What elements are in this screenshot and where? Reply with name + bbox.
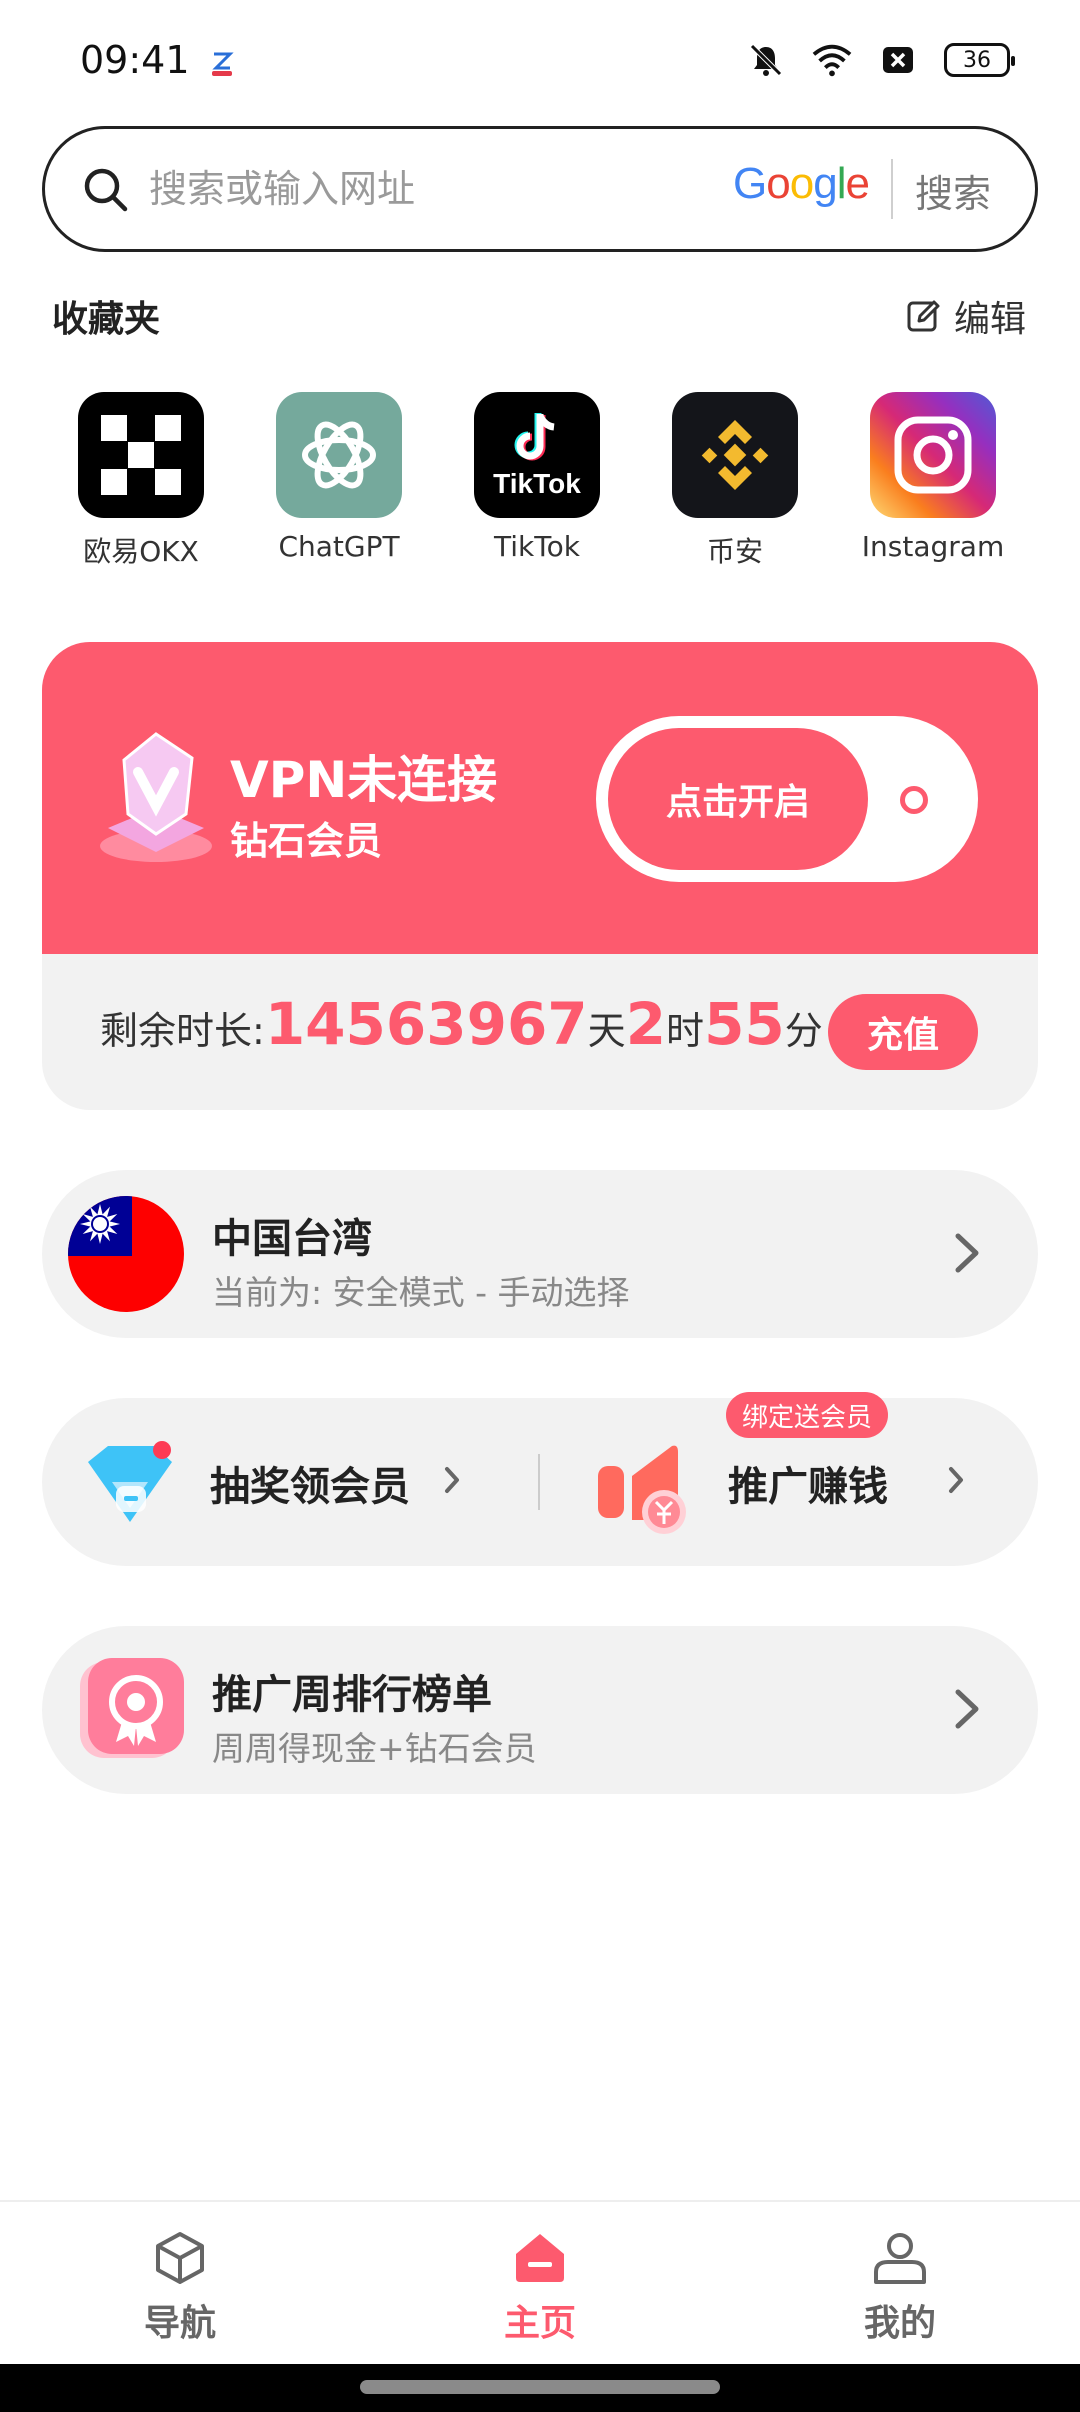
chevron-right-icon [949, 1467, 963, 1493]
vpn-status: VPN未连接 [230, 751, 498, 809]
region-name: 中国台湾 [212, 1216, 372, 1262]
earn-label: 推广赚钱 [728, 1464, 888, 1510]
search-input[interactable] [149, 159, 709, 219]
gem-lottery-icon [88, 1441, 172, 1522]
remaining-minutes: 55 [704, 990, 785, 1058]
ranking-subtitle: 周周得现金+钻石会员 [212, 1729, 537, 1768]
lottery-label: 抽奖领会员 [210, 1464, 410, 1510]
promo-divider [538, 1454, 540, 1510]
status-icons: 36 [746, 40, 1015, 80]
app-label: TikTok [494, 530, 580, 563]
search-button[interactable]: 搜索 [915, 163, 991, 218]
favorites-list: 欧易OKX ChatGPT TikTok TikTok 币安 Instagram [0, 392, 1080, 572]
recharge-button[interactable]: 充值 [828, 994, 978, 1070]
gesture-bar [0, 2364, 1080, 2412]
tiktok-icon: TikTok [474, 392, 600, 518]
sim-off-icon [878, 40, 918, 80]
app-notification-icon [206, 46, 238, 78]
mute-icon [746, 40, 786, 80]
taiwan-flag-icon [68, 1196, 184, 1312]
nav-label: 我的 [863, 2303, 936, 2344]
weekly-ranking-entry[interactable]: 推广周排行榜单 周周得现金+钻石会员 [42, 1626, 1038, 1794]
edit-button[interactable]: 编辑 [906, 290, 1026, 342]
home-icon [516, 2234, 564, 2282]
region-selector[interactable]: 中国台湾 当前为: 安全模式 - 手动选择 [42, 1170, 1038, 1338]
ranking-title: 推广周排行榜单 [212, 1672, 492, 1718]
diamond-member-icon [100, 732, 212, 862]
vpn-member-level: 钻石会员 [230, 819, 383, 863]
region-mode: 当前为: 安全模式 - 手动选择 [212, 1273, 630, 1312]
remaining-time: 剩余时长: 14563967 天 2 时 55 分 [100, 990, 823, 1058]
nav-tab-home[interactable]: 主页 [440, 2230, 640, 2346]
chatgpt-icon [276, 392, 402, 518]
app-label: Instagram [861, 530, 1005, 563]
remaining-hours: 2 [625, 990, 667, 1058]
status-time: 09:41 [80, 38, 190, 82]
user-icon [874, 2233, 926, 2284]
days-unit: 天 [587, 1009, 626, 1053]
favorite-instagram[interactable]: Instagram [848, 392, 1018, 563]
edit-label: 编辑 [953, 299, 1026, 340]
app-label: 币安 [706, 535, 763, 568]
app-label: 欧易OKX [83, 535, 199, 568]
search-bar[interactable]: Google 搜索 [42, 126, 1038, 252]
minutes-unit: 分 [784, 1009, 823, 1053]
cube-icon [156, 2232, 204, 2284]
search-icon [84, 168, 128, 212]
favorites-title: 收藏夹 [52, 299, 161, 340]
google-logo-text: Google [733, 159, 870, 208]
vpn-header: VPN未连接 钻石会员 点击开启 [42, 642, 1038, 954]
okx-icon [78, 392, 204, 518]
tiktok-note-icon [514, 413, 555, 461]
google-logo[interactable]: Google [733, 159, 870, 209]
chevron-right-icon [445, 1467, 459, 1493]
vpn-card: VPN未连接 钻石会员 点击开启 剩余时长: 14563967 天 2 时 55… [42, 642, 1038, 1110]
wifi-icon [812, 40, 852, 80]
chevron-right-icon [955, 1233, 979, 1273]
promotion-earn-icon [598, 1445, 686, 1534]
instagram-icon [870, 392, 996, 518]
nav-label: 主页 [503, 2303, 576, 2344]
tiktok-icon-text: TikTok [493, 468, 581, 499]
bottom-nav: 导航 主页 我的 [0, 2200, 1080, 2364]
home-indicator[interactable] [360, 2380, 720, 2394]
remaining-label: 剩余时长: [100, 1009, 265, 1053]
edit-icon [907, 300, 940, 332]
search-divider [891, 159, 893, 219]
status-bar: 09:41 36 [0, 0, 1080, 120]
remaining-days: 14563967 [264, 990, 588, 1058]
award-badge-icon [80, 1658, 184, 1758]
vpn-connect-button[interactable]: 点击开启 [608, 728, 868, 870]
battery-icon: 36 [944, 43, 1015, 77]
favorite-binance[interactable]: 币安 [650, 392, 820, 570]
binance-icon [672, 392, 798, 518]
nav-label: 导航 [143, 2303, 216, 2344]
favorite-tiktok[interactable]: TikTok TikTok [452, 392, 622, 563]
hours-unit: 时 [666, 1009, 705, 1053]
nav-tab-navigation[interactable]: 导航 [80, 2230, 280, 2346]
chevron-right-icon [955, 1689, 979, 1729]
favorite-chatgpt[interactable]: ChatGPT [254, 392, 424, 563]
bind-gift-badge: 绑定送会员 [726, 1392, 889, 1438]
toggle-indicator-icon [900, 786, 928, 814]
promo-card: 抽奖领会员 绑定送会员 推广赚钱 [42, 1392, 1038, 1566]
vpn-connect-toggle[interactable]: 点击开启 [596, 716, 978, 882]
favorite-okx[interactable]: 欧易OKX [56, 392, 226, 570]
nav-tab-mine[interactable]: 我的 [800, 2230, 1000, 2346]
app-label: ChatGPT [278, 530, 400, 563]
